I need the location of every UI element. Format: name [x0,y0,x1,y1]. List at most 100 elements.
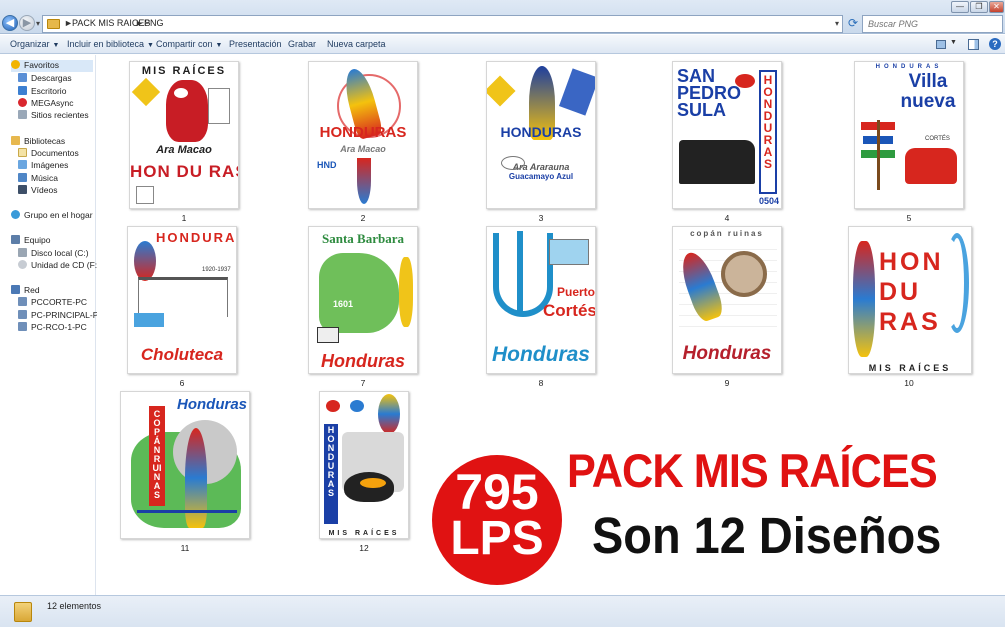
address-field[interactable]: ► PACK MIS RAICES ► PNG ▾ [42,15,843,33]
computer-icon [11,235,20,244]
file-name[interactable]: 7 [308,378,418,388]
file-thumbnail[interactable]: Honduras COPÁN RUINAS [120,391,250,539]
nav-label: Equipo [24,235,51,245]
file-thumbnail[interactable]: MIS RAÍCES Ara Macao HON DU RAS [129,61,239,209]
nav-megasync[interactable]: MEGAsync [18,98,74,110]
thumb-text: Ara Macao [340,144,386,154]
nav-network[interactable]: Red [11,285,40,297]
nav-disk-c[interactable]: Disco local (C:) [18,248,89,260]
nav-label: Descargas [31,73,72,83]
maya-glyph-icon [136,186,154,204]
nav-images[interactable]: Imágenes [18,160,68,172]
file-name[interactable]: 11 [120,543,250,553]
thumb-text: CORTÉS [925,136,950,142]
status-bar: 12 elementos [0,595,1005,627]
file-name[interactable]: 4 [672,213,782,223]
nav-music[interactable]: Música [18,173,58,185]
nav-label: Bibliotecas [24,136,66,146]
nav-favorites[interactable]: Favoritos [11,60,93,72]
mega-icon [18,98,27,107]
presentation-button[interactable]: Presentación [229,39,282,49]
file-thumbnail[interactable]: HONDURAS Ara Macao HND [308,61,418,209]
thumb-text: HONDURAS [327,425,335,498]
recent-pages-chevron-icon[interactable]: ▾ [36,19,40,28]
chevron-down-icon[interactable]: ▼ [950,39,957,46]
file-thumbnail[interactable]: HONDURAS MIS RAÍCES [319,391,409,539]
address-dropdown-icon[interactable]: ▾ [835,19,839,28]
organize-menu[interactable]: Organizar ▼ [10,39,59,49]
file-name[interactable]: 9 [672,378,782,388]
star-icon [11,60,20,69]
documents-icon [18,148,27,157]
chevron-down-icon: ▼ [215,42,223,49]
share-menu[interactable]: Compartir con ▼ [156,39,222,49]
maximize-button[interactable]: ❐ [970,1,988,13]
file-thumbnail[interactable]: HONDURAS Ara Ararauna Guacamayo Azul [486,61,596,209]
nav-pc-corte[interactable]: PCCORTE-PC [18,297,87,309]
nav-downloads[interactable]: Descargas [18,73,72,85]
nav-pc-principal[interactable]: PC-PRINCIPAL-PC [18,310,105,322]
macaw-icon [134,241,156,281]
file-thumbnail[interactable]: copán ruinas Honduras [672,226,782,374]
file-thumbnail[interactable]: Puerto Cortés Honduras [486,226,596,374]
thumb-text: 1601 [333,299,354,309]
triangle-shape [131,77,161,107]
thumb-text: Ara Macao [156,144,212,156]
file-name[interactable]: 10 [854,378,964,388]
view-options-icon[interactable] [936,40,946,49]
file-name[interactable]: 5 [854,213,964,223]
breadcrumb-png[interactable]: PNG [144,18,164,28]
nav-label: Sitios recientes [31,110,89,120]
nav-cd-drive[interactable]: Unidad de CD (F:) [18,260,100,272]
nav-desktop[interactable]: Escritorio [18,86,66,98]
file-thumbnail[interactable]: HON DU RAS MIS RAÍCES [848,226,972,374]
macaw-icon [350,400,364,412]
file-name[interactable]: 3 [486,213,596,223]
nav-label: Música [31,173,58,183]
nav-documents[interactable]: Documentos [18,148,79,160]
file-thumbnail[interactable]: Santa Barbara 1601 Honduras [308,226,418,374]
thumb-text: HONDURAS [319,124,407,141]
nav-recent[interactable]: Sitios recientes [18,110,89,122]
preview-pane-icon[interactable] [968,39,979,50]
nav-videos[interactable]: Vídeos [18,185,57,197]
macaw-icon [853,241,875,357]
file-name[interactable]: 8 [486,378,596,388]
forward-arrow-icon[interactable]: ▶ [19,15,35,31]
file-name[interactable]: 2 [308,213,418,223]
thumb-text: Honduras [491,343,590,366]
command-toolbar: Organizar ▼ Incluir en biblioteca ▼ Compar… [0,35,1005,54]
nav-computer[interactable]: Equipo [11,235,50,247]
back-arrow-icon[interactable]: ◀ [2,15,18,31]
nav-label: PC-RCO-1-PC [31,322,87,332]
help-icon[interactable]: ? [989,38,1001,50]
new-folder-button[interactable]: Nueva carpeta [327,39,386,49]
thumb-text: 1920-1937 [202,267,231,273]
file-thumbnail[interactable]: HONDURAS 1920-1937 Choluteca [127,226,237,374]
nav-homegroup[interactable]: Grupo en el hogar [11,210,93,222]
file-name[interactable]: 6 [127,378,237,388]
file-name[interactable]: 12 [319,543,409,553]
nav-label: PC-PRINCIPAL-PC [31,310,105,320]
folder-icon [47,19,60,29]
minimize-button[interactable]: — [951,1,969,13]
file-name[interactable]: 1 [129,213,239,223]
include-library-menu[interactable]: Incluir en biblioteca ▼ [67,39,154,49]
promo-title: PACK MIS RAÍCES [567,444,938,497]
nav-label: Red [24,285,40,295]
nav-libraries[interactable]: Bibliotecas [11,136,65,148]
file-thumbnail[interactable]: HONDURAS Villa nueva CORTÉS [854,61,964,209]
refresh-icon[interactable]: ⟳ [846,16,860,32]
thumb-text: Honduras [177,396,248,413]
macaw-tail-icon [357,158,371,204]
breadcrumb-chevron-icon[interactable]: ► [135,18,144,28]
anchor-shaft-icon [517,231,523,311]
cow-icon [317,327,339,343]
close-button[interactable]: ✕ [989,1,1004,13]
burn-button[interactable]: Grabar [288,39,316,49]
nav-pc-rco[interactable]: PC-RCO-1-PC [18,322,87,334]
share-label: Compartir con [156,39,213,49]
file-thumbnail[interactable]: SAN PEDRO SULA HONDURAS 0504 [672,61,782,209]
search-input[interactable] [862,15,1003,33]
thumb-text: HON DU RAS [130,162,239,181]
